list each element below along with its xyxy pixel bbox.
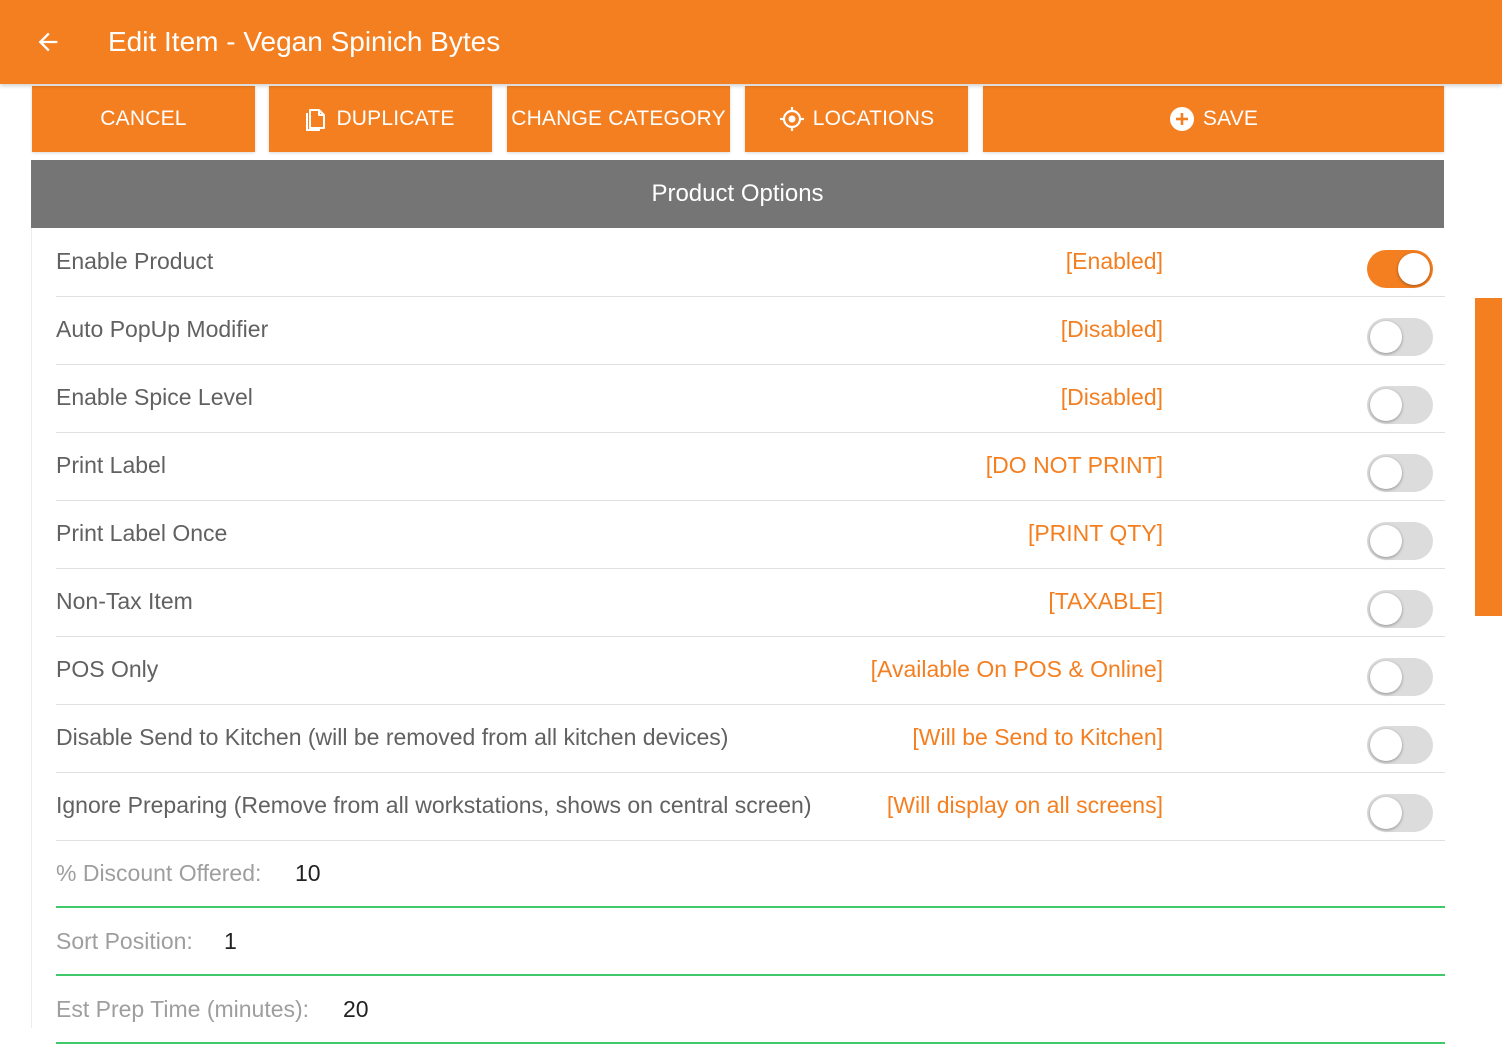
- option-status: [TAXABLE]: [1048, 588, 1163, 614]
- option-label: Ignore Preparing (Remove from all workst…: [56, 792, 812, 818]
- non-tax-item-toggle[interactable]: [1367, 590, 1433, 628]
- add-circle-icon: [1169, 106, 1195, 132]
- print-label-toggle[interactable]: [1367, 454, 1433, 492]
- save-button-label: SAVE: [1202, 107, 1259, 130]
- option-row-print-label-once: Print Label Once [PRINT QTY]: [56, 500, 1445, 569]
- option-row-pos-only: POS Only [Available On POS & Online]: [56, 636, 1445, 705]
- toggle-knob: [1370, 389, 1402, 421]
- page-title: Edit Item - Vegan Spinich Bytes: [108, 26, 501, 57]
- pos-only-toggle[interactable]: [1367, 658, 1433, 696]
- option-label: Enable Product: [56, 248, 214, 274]
- cancel-button-label: CANCEL: [100, 107, 187, 130]
- option-row-disable-send-to-kitchen: Disable Send to Kitchen (will be removed…: [56, 704, 1445, 773]
- save-button[interactable]: SAVE: [983, 86, 1444, 152]
- sort-position-field-row: Sort Position:: [56, 908, 1445, 976]
- option-row-print-label: Print Label [DO NOT PRINT]: [56, 432, 1445, 501]
- option-status: [Disabled]: [1060, 316, 1163, 342]
- option-row-enable-product: Enable Product [Enabled]: [56, 228, 1445, 297]
- scrollbar-thumb[interactable]: [1475, 298, 1502, 616]
- option-status: [Will display on all screens]: [886, 792, 1163, 818]
- option-status: [PRINT QTY]: [1027, 520, 1163, 546]
- crosshair-icon: [779, 106, 805, 132]
- prep-time-input[interactable]: [343, 994, 643, 1024]
- action-toolbar: CANCEL DUPLICATE CHANGE CATEGORY LOCATIO…: [32, 86, 1444, 152]
- locations-button[interactable]: LOCATIONS: [745, 86, 968, 152]
- option-status: [Enabled]: [1065, 248, 1163, 274]
- option-status: [Will be Send to Kitchen]: [912, 724, 1163, 750]
- product-options-panel: Enable Product [Enabled] Auto PopUp Modi…: [31, 228, 1445, 1044]
- option-label: Print Label Once: [56, 520, 228, 546]
- enable-spice-level-toggle[interactable]: [1367, 386, 1433, 424]
- option-status: [Disabled]: [1060, 384, 1163, 410]
- prep-time-field-label: Est Prep Time (minutes):: [56, 996, 310, 1022]
- auto-popup-modifier-toggle[interactable]: [1367, 318, 1433, 356]
- discount-input[interactable]: [295, 858, 595, 888]
- toggle-knob: [1370, 457, 1402, 489]
- app-bar: Edit Item - Vegan Spinich Bytes: [0, 0, 1502, 84]
- discount-field-row: % Discount Offered:: [56, 840, 1445, 908]
- sort-position-field-label: Sort Position:: [56, 928, 193, 954]
- toggle-knob: [1398, 253, 1430, 285]
- product-options-header: Product Options: [31, 160, 1444, 228]
- option-status: [Available On POS & Online]: [870, 656, 1163, 682]
- option-status: [DO NOT PRINT]: [985, 452, 1163, 478]
- toggle-knob: [1370, 661, 1402, 693]
- option-label: Non-Tax Item: [56, 588, 193, 614]
- sort-position-input[interactable]: [224, 926, 524, 956]
- option-label: Disable Send to Kitchen (will be removed…: [56, 724, 729, 750]
- toggle-knob: [1370, 729, 1402, 761]
- arrow-left-icon: [38, 32, 58, 52]
- ignore-preparing-toggle[interactable]: [1367, 794, 1433, 832]
- duplicate-button[interactable]: DUPLICATE: [269, 86, 492, 152]
- disable-send-to-kitchen-toggle[interactable]: [1367, 726, 1433, 764]
- toggle-knob: [1370, 321, 1402, 353]
- enable-product-toggle[interactable]: [1367, 250, 1433, 288]
- document-copy-icon: [306, 107, 328, 131]
- prep-time-field-row: Est Prep Time (minutes):: [56, 976, 1445, 1044]
- option-row-non-tax-item: Non-Tax Item [TAXABLE]: [56, 568, 1445, 637]
- option-label: Auto PopUp Modifier: [56, 316, 269, 342]
- change-category-button[interactable]: CHANGE CATEGORY: [507, 86, 730, 152]
- option-label: POS Only: [56, 656, 159, 682]
- option-label: Enable Spice Level: [56, 384, 253, 410]
- product-options-title: Product Options: [651, 180, 824, 207]
- cancel-button[interactable]: CANCEL: [32, 86, 255, 152]
- option-row-ignore-preparing: Ignore Preparing (Remove from all workst…: [56, 772, 1445, 841]
- option-row-auto-popup-modifier: Auto PopUp Modifier [Disabled]: [56, 296, 1445, 365]
- change-category-button-label: CHANGE CATEGORY: [511, 107, 726, 130]
- option-label: Print Label: [56, 452, 166, 478]
- back-button[interactable]: [28, 22, 68, 62]
- toggle-knob: [1370, 797, 1402, 829]
- discount-field-label: % Discount Offered:: [56, 860, 262, 886]
- option-row-enable-spice-level: Enable Spice Level [Disabled]: [56, 364, 1445, 433]
- toggle-knob: [1370, 525, 1402, 557]
- toggle-knob: [1370, 593, 1402, 625]
- print-label-once-toggle[interactable]: [1367, 522, 1433, 560]
- duplicate-button-label: DUPLICATE: [336, 107, 455, 130]
- locations-button-label: LOCATIONS: [812, 107, 935, 130]
